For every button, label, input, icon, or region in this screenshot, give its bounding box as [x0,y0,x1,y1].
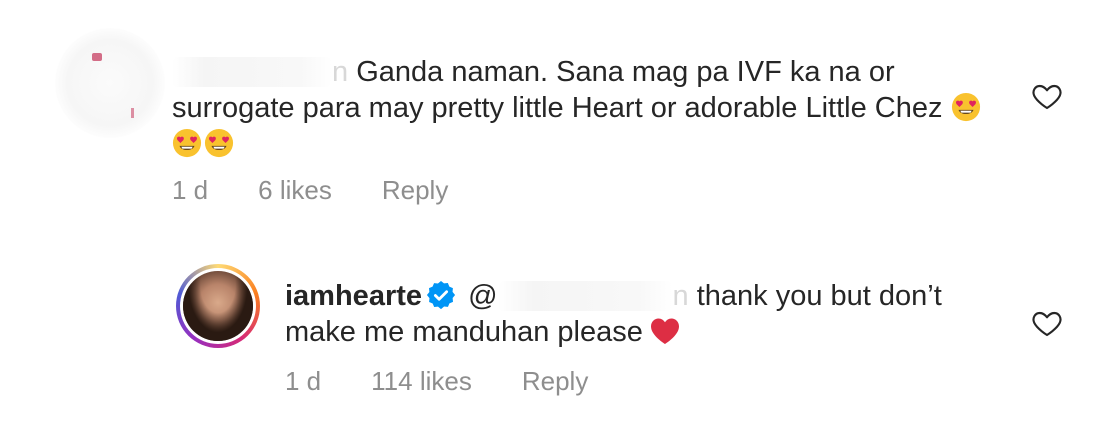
avatar [183,271,253,341]
likes-count[interactable]: 6 likes [258,175,332,206]
comment-meta: 1 d 114 likes Reply [285,366,638,397]
username[interactable]: iamhearte [285,280,422,312]
reply-button[interactable]: Reply [522,366,588,397]
heart-eyes-emoji-icon [951,92,980,122]
like-heart-icon[interactable] [1030,307,1064,339]
redacted-mention-tail: n [672,280,689,312]
heart-eyes-emoji-icon [204,128,234,158]
comment-body-line1: thank you but don’t [696,280,942,312]
comment-meta: 1 d 6 likes Reply [172,175,498,206]
avatar-story-ring[interactable] [176,264,260,348]
comment-text: n Ganda naman. Sana mag pa IVF ka na or … [172,54,992,162]
verified-badge-icon [426,280,456,310]
comment-timestamp: 1 d [285,366,322,396]
redacted-username[interactable] [172,57,332,87]
comment-text: iamhearte @ n thank you but don’t make me… [285,278,1005,350]
avatar-artifact [92,53,102,61]
comment-timestamp: 1 d [172,175,209,205]
likes-count[interactable]: 114 likes [371,366,472,397]
like-heart-icon[interactable] [1030,80,1064,112]
heart-eyes-emoji-icon [172,128,202,158]
mention-prefix[interactable]: @ [468,280,497,312]
redacted-mention[interactable] [497,281,673,311]
redacted-username-tail: n [332,56,349,88]
avatar-ring-gap [180,268,256,344]
avatar-photo-shading [183,271,253,341]
avatar-redacted[interactable] [55,28,165,138]
reply-button[interactable]: Reply [382,175,448,206]
avatar-artifact [131,108,134,118]
red-heart-emoji-icon [650,318,679,344]
comment-body-line2: make me manduhan please [285,316,643,348]
